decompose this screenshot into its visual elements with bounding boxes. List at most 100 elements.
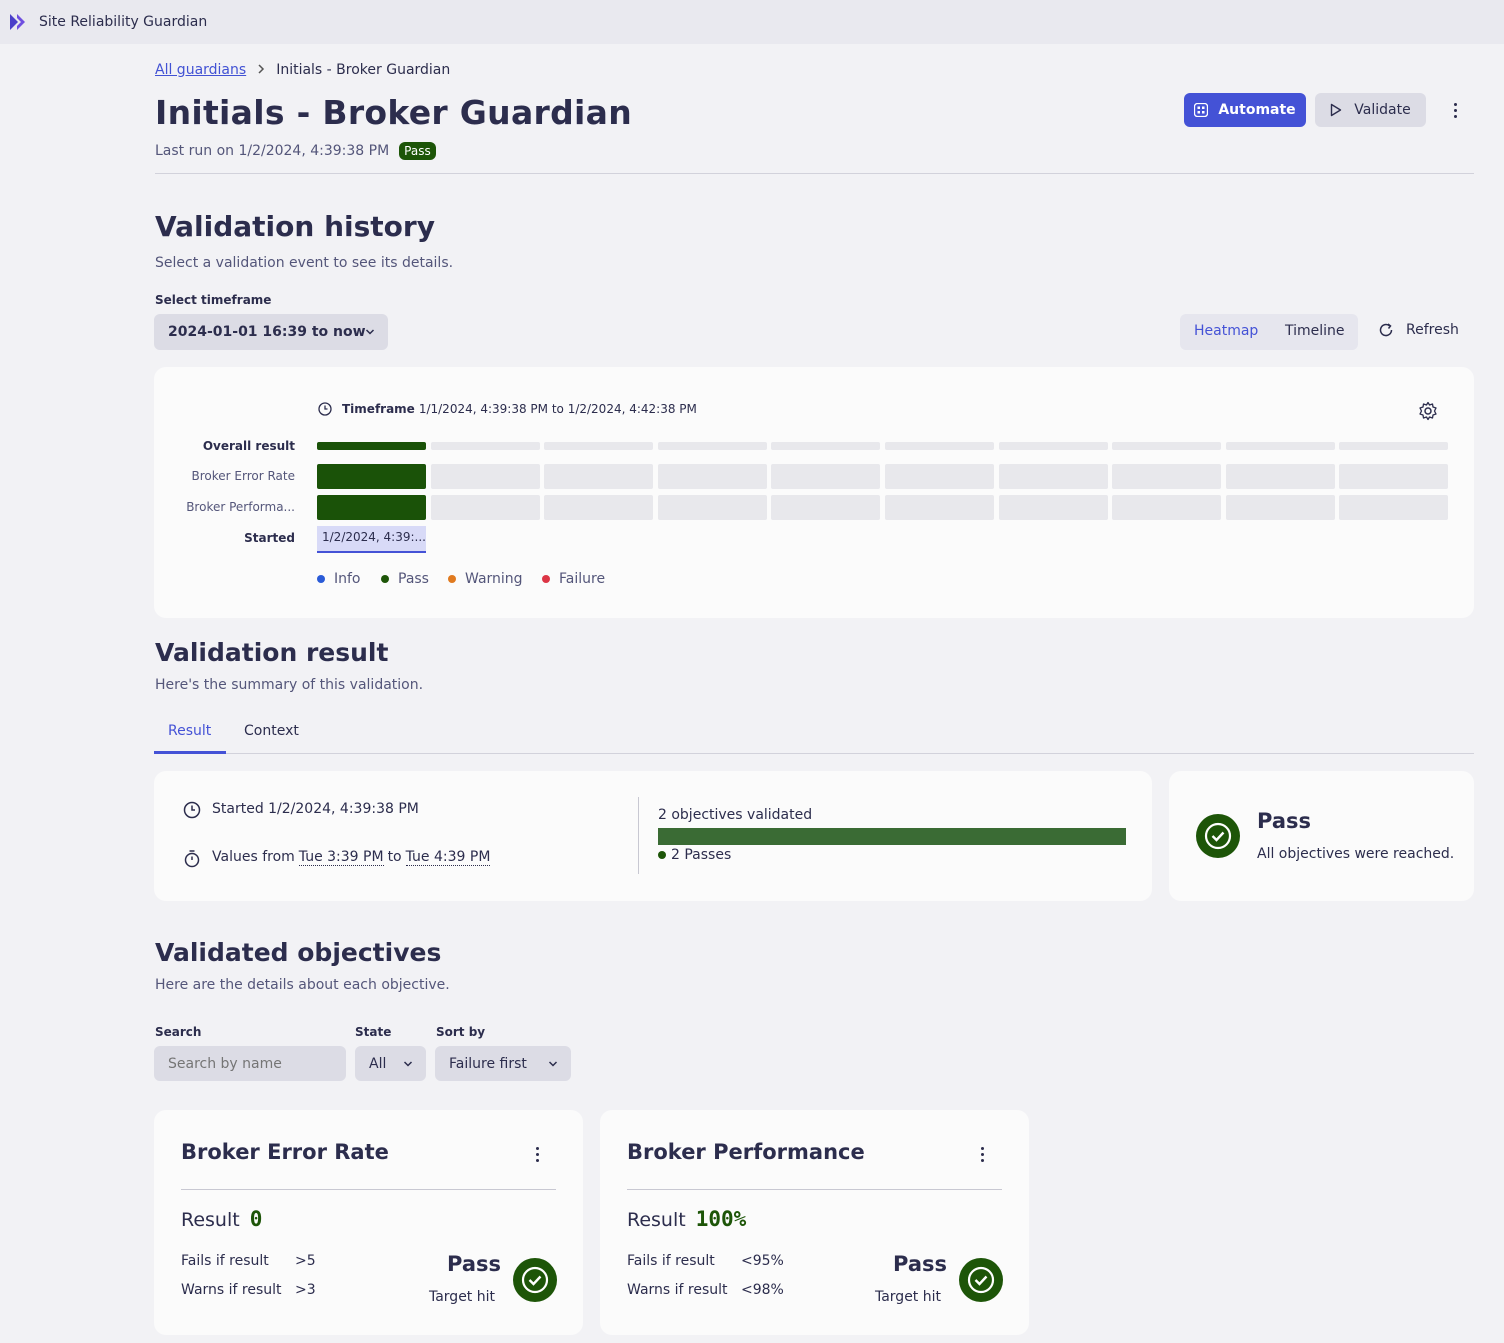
values-to[interactable]: Tue 4:39 PM <box>405 849 491 866</box>
heatmap-cell-empty <box>771 464 881 489</box>
objectives-pass-bar <box>658 828 1126 845</box>
heatmap-cell-empty <box>1225 464 1335 489</box>
tab-timeline[interactable]: Timeline <box>1285 323 1345 339</box>
objectives-subtitle: Here are the details about each objectiv… <box>155 977 450 993</box>
heatmap-cell-empty <box>1339 495 1449 520</box>
objective-name: Broker Error Rate <box>181 1140 389 1164</box>
app-header: Site Reliability Guardian <box>0 0 1504 44</box>
tab-result[interactable]: Result <box>168 723 211 739</box>
check-circle-icon <box>512 1257 558 1303</box>
warns-label: Warns if result <box>627 1282 728 1298</box>
heatmap-cell-empty <box>544 442 654 450</box>
pass-status-card: Pass All objectives were reached. <box>1169 771 1474 901</box>
app-logo-icon[interactable] <box>9 13 29 31</box>
objective-status-detail: Target hit <box>874 1289 941 1305</box>
heatmap-cell-empty <box>1339 464 1449 489</box>
timeframe-select[interactable]: 2024-01-01 16:39 to now <box>154 314 388 350</box>
heatmap-cell-empty <box>998 464 1108 489</box>
refresh-button[interactable]: Refresh <box>1378 322 1459 338</box>
sort-select[interactable]: Failure first <box>435 1046 571 1081</box>
started-chip[interactable]: 1/2/2024, 4:39:... <box>317 526 426 553</box>
heatmap-cell-empty <box>885 495 994 520</box>
breadcrumb-current: Initials - Broker Guardian <box>276 62 451 78</box>
tab-context[interactable]: Context <box>244 723 299 739</box>
validate-label: Validate <box>1354 102 1411 118</box>
settings-gear-icon[interactable] <box>1418 401 1438 421</box>
heatmap-cell-empty <box>1339 442 1449 450</box>
timeframe-label: Select timeframe <box>155 293 272 307</box>
result-summary-card: Started 1/2/2024, 4:39:38 PM Values from… <box>154 771 1152 901</box>
heatmap-cell-pass[interactable] <box>317 442 426 450</box>
objective-divider <box>627 1189 1002 1190</box>
fails-value: <95% <box>741 1253 784 1269</box>
status-badge: Pass <box>399 142 436 160</box>
objective-result: Result 100% <box>627 1207 746 1231</box>
objective-more-icon[interactable] <box>974 1144 990 1164</box>
values-from[interactable]: Tue 3:39 PM <box>298 849 384 866</box>
heatmap-cell-empty <box>430 442 540 450</box>
heatmap-cell-empty <box>1112 495 1222 520</box>
objective-name: Broker Performance <box>627 1140 865 1164</box>
workflow-icon <box>1194 103 1209 117</box>
search-label: Search <box>155 1025 202 1039</box>
automate-label: Automate <box>1218 102 1296 118</box>
refresh-icon <box>1378 322 1394 338</box>
values-range: Values from Tue 3:39 PM to Tue 4:39 PM <box>212 849 491 866</box>
result-title: Validation result <box>155 638 389 667</box>
started-label: Started <box>244 531 295 545</box>
chevron-down-icon <box>548 1059 558 1069</box>
objective-more-icon[interactable] <box>529 1144 545 1164</box>
state-value: All <box>369 1055 387 1072</box>
heatmap-cell-empty <box>1225 495 1335 520</box>
breadcrumb: All guardians Initials - Broker Guardian <box>155 62 450 78</box>
timeframe-value: 2024-01-01 16:39 to now <box>168 324 366 340</box>
result-label: Result <box>627 1209 686 1231</box>
automate-button[interactable]: Automate <box>1184 93 1306 127</box>
state-label: State <box>355 1025 392 1039</box>
values-prefix: Values from <box>212 849 295 865</box>
heatmap-row-label: Broker Performa... <box>186 500 295 514</box>
last-run-row: Last run on 1/2/2024, 4:39:38 PM Pass <box>155 142 436 160</box>
heatmap-cell-empty <box>1225 442 1335 450</box>
state-select[interactable]: All <box>355 1046 426 1081</box>
fails-label: Fails if result <box>181 1253 269 1269</box>
clock-icon <box>183 801 201 819</box>
check-circle-icon <box>958 1257 1004 1303</box>
app-title: Site Reliability Guardian <box>39 14 208 30</box>
tab-heatmap[interactable]: Heatmap <box>1194 323 1258 339</box>
header-divider <box>155 173 1474 174</box>
last-run-text: Last run on 1/2/2024, 4:39:38 PM <box>155 143 390 159</box>
breadcrumb-all-guardians[interactable]: All guardians <box>155 62 246 78</box>
objective-divider <box>181 1189 556 1190</box>
heatmap-cell-empty <box>1112 464 1222 489</box>
pass-status-title: Pass <box>1257 809 1311 833</box>
result-label: Result <box>181 1209 240 1231</box>
objective-card[interactable]: Broker Error Rate Result 0 Fails if resu… <box>154 1110 583 1335</box>
heatmap-cell-empty <box>885 464 994 489</box>
heatmap-cell-empty <box>998 442 1108 450</box>
search-input[interactable] <box>154 1046 346 1081</box>
passes-legend: 2 Passes <box>658 847 731 863</box>
heatmap-row-label: Overall result <box>202 439 295 453</box>
chevron-down-icon <box>403 1059 413 1069</box>
summary-divider <box>638 797 639 874</box>
active-tab-indicator <box>154 751 226 754</box>
heatmap-cell-empty <box>1112 442 1222 450</box>
objective-result: Result 0 <box>181 1207 262 1231</box>
heatmap-cell-pass[interactable] <box>317 495 426 520</box>
objective-card[interactable]: Broker Performance Result 100% Fails if … <box>600 1110 1029 1335</box>
legend-pass: Pass <box>381 571 429 587</box>
heatmap-cell-empty <box>430 464 540 489</box>
validate-button[interactable]: Validate <box>1315 93 1426 127</box>
fails-label: Fails if result <box>627 1253 715 1269</box>
heatmap-cell-pass[interactable] <box>317 464 426 489</box>
warns-label: Warns if result <box>181 1282 282 1298</box>
heatmap-cell-empty <box>430 495 540 520</box>
result-value: 100% <box>695 1207 747 1231</box>
more-options-icon[interactable] <box>1446 100 1464 120</box>
heatmap-cell-empty <box>544 495 654 520</box>
result-value: 0 <box>249 1207 263 1231</box>
sort-value: Failure first <box>449 1055 527 1072</box>
stopwatch-icon <box>183 849 201 869</box>
heatmap-cell-empty <box>998 495 1108 520</box>
